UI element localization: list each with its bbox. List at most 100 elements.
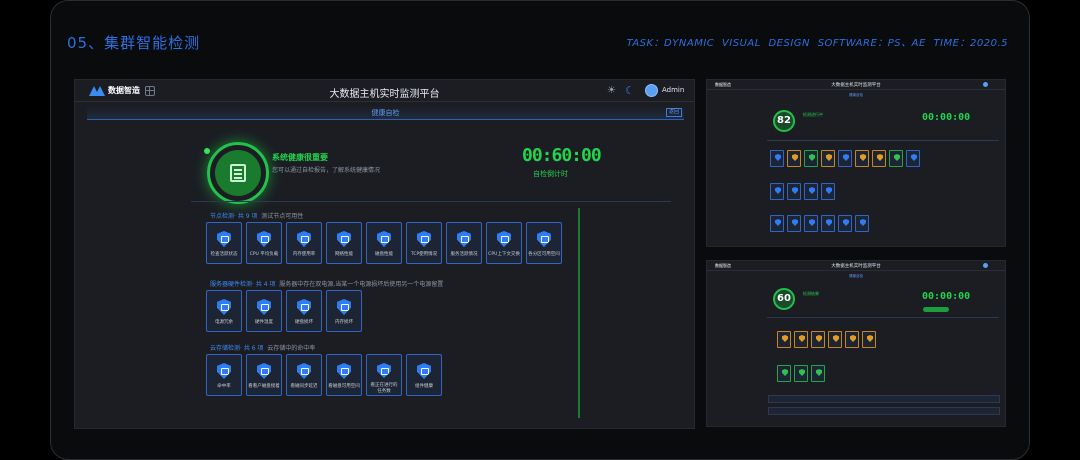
countdown-timer: 00:60:00 xyxy=(522,145,602,166)
shield-icon xyxy=(417,363,431,379)
mini-tile xyxy=(811,331,825,348)
thumb-avatar xyxy=(983,82,988,87)
thumb-subtitle: 健康自检 xyxy=(849,93,863,97)
thumbnail-screen-2[interactable]: 数据智造 大数据主机实时监测平台 健康自检 60 检测结果 00:00:00 xyxy=(706,260,1006,427)
mini-tile xyxy=(855,215,869,232)
thumb-divider xyxy=(767,140,999,141)
app-title: 大数据主机实时监测平台 xyxy=(329,89,440,100)
thumb-top-bar: 数据智造 大数据主机实时监测平台 xyxy=(707,261,1005,271)
check-tile[interactable]: 看磁盘可用空间 xyxy=(326,354,362,396)
check-tile[interactable]: 硬盘损坏 xyxy=(286,290,322,332)
return-button[interactable]: 返回 xyxy=(666,108,682,117)
tile-label: 看磁同步延迟 xyxy=(290,384,318,389)
thumbnail-screen-1[interactable]: 数据智造 大数据主机实时监测平台 健康自检 82 检测进行中 00:00:00 xyxy=(706,79,1006,247)
thumb-status: 检测结果 xyxy=(803,291,819,296)
tile-label: 网络性能 xyxy=(335,252,353,257)
main-screen: 数据智造 大数据主机实时监测平台 ☀ ☾ Admin 健康自检 返回 系统健康很… xyxy=(74,79,695,429)
tiles-storage: 命中率 看看户磁盘接着 看磁同步延迟 看磁盘可用空间 看正在进行的 任务数 组件健康 xyxy=(206,354,442,396)
sun-icon[interactable]: ☀ xyxy=(607,85,616,96)
divider xyxy=(191,201,671,202)
shield-icon xyxy=(217,363,231,379)
check-tile[interactable]: TCP使用情况 xyxy=(406,222,442,264)
check-tile[interactable]: CPU 平均负载 xyxy=(246,222,282,264)
mini-tile xyxy=(804,215,818,232)
check-tile[interactable]: 服务活跃情况 xyxy=(446,222,482,264)
check-tile[interactable]: 看看户磁盘接着 xyxy=(246,354,282,396)
tile-label: 硬件温度 xyxy=(255,320,273,325)
mini-tile xyxy=(770,183,784,200)
shield-icon xyxy=(257,231,271,247)
tile-label: 看看户磁盘接着 xyxy=(248,384,280,389)
tile-label: CPU上下文交换 xyxy=(488,252,520,257)
thumb-tiles-row-2 xyxy=(777,365,825,382)
user-name[interactable]: Admin xyxy=(662,86,684,94)
shield-icon xyxy=(497,231,511,247)
tiles-node: 检查活跃状态 CPU 平均负载 内存使用率 网络性能 磁盘性能 TCP使用情况 服务活跃情况… xyxy=(206,222,562,264)
thumb-score: 82 xyxy=(773,110,795,132)
check-tile[interactable]: 组件健康 xyxy=(406,354,442,396)
mini-tile xyxy=(838,150,852,167)
shield-icon xyxy=(297,231,311,247)
thumb-list-row[interactable] xyxy=(768,395,1000,403)
mini-tile xyxy=(821,215,835,232)
section-title-storage: 云存储检测· 共 6 项 云存储中的命中率 xyxy=(210,345,316,352)
check-tile[interactable]: 硬件温度 xyxy=(246,290,282,332)
check-tile[interactable]: 网络性能 xyxy=(326,222,362,264)
check-tile[interactable]: 内存损坏 xyxy=(326,290,362,332)
shield-icon xyxy=(297,299,311,315)
thumb-status: 检测进行中 xyxy=(803,112,823,117)
mini-tile xyxy=(821,183,835,200)
check-tile[interactable]: 内存使用率 xyxy=(286,222,322,264)
shield-icon xyxy=(217,299,231,315)
mini-tile xyxy=(804,150,818,167)
showcase-meta: TASK：DYNAMIC VISUAL DESIGN SOFTWARE：PS、A… xyxy=(626,38,1008,49)
thumb-tiles-row-3 xyxy=(770,215,869,232)
health-title: 系统健康很重要 xyxy=(272,153,328,162)
mini-tile xyxy=(777,365,791,382)
mini-tile xyxy=(872,150,886,167)
shield-icon xyxy=(377,363,391,378)
tile-label: 电源冗余 xyxy=(215,320,233,325)
tile-label: 内存使用率 xyxy=(292,252,316,257)
countdown-label: 自检倒计时 xyxy=(533,170,568,178)
mini-tile xyxy=(845,331,859,348)
thumb-divider xyxy=(767,317,999,318)
shield-icon xyxy=(337,299,351,315)
shield-icon xyxy=(457,231,471,247)
check-tile[interactable]: 各分区可用空间 xyxy=(526,222,562,264)
thumb-avatar xyxy=(983,263,988,268)
thumb-action-button[interactable] xyxy=(923,307,949,312)
tile-label: 各分区可用空间 xyxy=(528,252,560,257)
mini-tile xyxy=(787,183,801,200)
shield-icon xyxy=(257,299,271,315)
scrollbar[interactable] xyxy=(578,208,580,418)
mini-tile xyxy=(828,331,842,348)
thumb-timer: 00:00:00 xyxy=(922,291,971,302)
thumb-subtitle: 健康自检 xyxy=(849,274,863,278)
check-tile[interactable]: 检查活跃状态 xyxy=(206,222,242,264)
thumb-list-row[interactable] xyxy=(768,407,1000,415)
check-tile[interactable]: 看磁同步延迟 xyxy=(286,354,322,396)
tile-label: 看正在进行的 任务数 xyxy=(370,383,398,394)
moon-icon[interactable]: ☾ xyxy=(625,84,635,97)
thumb-tiles-row-1 xyxy=(777,331,876,348)
thumb-timer: 00:00:00 xyxy=(922,112,971,123)
tile-label: CPU 平均负载 xyxy=(249,252,279,257)
shield-icon xyxy=(217,231,231,247)
thumb-tiles-row-1 xyxy=(770,150,920,167)
shield-icon xyxy=(297,363,311,379)
check-tile[interactable]: 命中率 xyxy=(206,354,242,396)
check-tile[interactable]: 磁盘性能 xyxy=(366,222,402,264)
check-tile[interactable]: CPU上下文交换 xyxy=(486,222,522,264)
tile-label: 磁盘性能 xyxy=(375,252,393,257)
section-title-hardware: 服务器硬件检测· 共 4 项 服务器中存在双电源,当某一个电源损坏后使用另一个电… xyxy=(210,281,444,288)
tile-label: 内存损坏 xyxy=(335,320,353,325)
showcase-title: 05、集群智能检测 xyxy=(67,34,201,52)
check-tile[interactable]: 电源冗余 xyxy=(206,290,242,332)
mini-tile xyxy=(794,365,808,382)
top-bar: 数据智造 大数据主机实时监测平台 ☀ ☾ Admin xyxy=(75,80,694,102)
check-tile[interactable]: 看正在进行的 任务数 xyxy=(366,354,402,396)
avatar[interactable] xyxy=(645,84,658,97)
tiles-hardware: 电源冗余 硬件温度 硬盘损坏 内存损坏 xyxy=(206,290,362,332)
report-icon xyxy=(230,164,246,182)
